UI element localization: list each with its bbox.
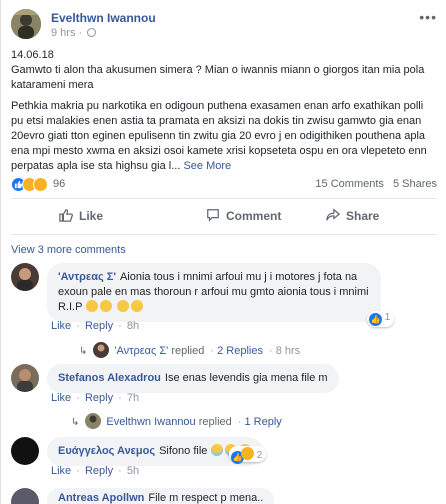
comment-text: File m respect p mena.. xyxy=(148,492,264,504)
replied-label: replied xyxy=(171,345,205,357)
avatar[interactable] xyxy=(11,488,39,504)
comment-reactions[interactable]: 👍 1 xyxy=(367,311,395,327)
comment-bubble: 'Αντρεας Σ' Aionia tous i mnimi arfoui mu… xyxy=(47,263,381,322)
share-icon xyxy=(326,208,340,221)
like-button[interactable]: Like xyxy=(59,208,103,223)
sad-emoji-icon xyxy=(117,300,130,312)
avatar[interactable] xyxy=(11,437,39,465)
comment-button[interactable]: Comment xyxy=(206,208,281,223)
commenter-name[interactable]: Stefanos Alexadrou xyxy=(58,372,161,384)
post-action-bar: Like Comment Share xyxy=(11,199,437,233)
commenter-name[interactable]: Antreas Apollwn xyxy=(58,492,144,504)
post-options-icon[interactable]: ••• xyxy=(419,9,437,25)
comment-bubble: Antreas Apollwn File m respect p mena.. xyxy=(47,488,275,504)
thumbs-up-icon xyxy=(59,209,73,222)
avatar[interactable] xyxy=(11,364,39,392)
comment-actions: Like · Reply · 7h xyxy=(51,392,140,404)
comment-bubble: Stefanos Alexadrou Ise enas levendis gia … xyxy=(47,364,339,393)
comment-reaction-count: 2 xyxy=(256,450,263,461)
share-button[interactable]: Share xyxy=(326,208,379,223)
comment-text: Sifono file xyxy=(159,445,208,457)
post-text: 14.06.18 Gamwto ti alon tha akusumen sim… xyxy=(11,48,437,174)
reply-count: 2 Replies xyxy=(217,345,263,357)
reply-arrow-icon: ↳ xyxy=(71,417,80,428)
avatar xyxy=(85,413,102,429)
shares-count-link[interactable]: 5 Shares xyxy=(393,178,437,190)
reply-arrow-icon: ↳ xyxy=(79,346,88,357)
post-meta: 9 hrs · xyxy=(51,27,97,39)
comment-time[interactable]: 7h xyxy=(127,392,139,404)
comment-like-link[interactable]: Like xyxy=(51,392,71,404)
post-paragraph-2: Pethkia makria pu narkotika en odigoun p… xyxy=(11,99,437,174)
reactions-summary: 96 15 Comments 5 Shares xyxy=(11,177,437,193)
like-reaction-icon: 👍 xyxy=(369,313,382,326)
avatar[interactable] xyxy=(11,263,39,291)
author-avatar[interactable] xyxy=(11,9,41,39)
reply-count: 1 Reply xyxy=(244,416,282,428)
comment-text: Ise enas levendis gia mena file m xyxy=(164,372,328,384)
comments-count-link[interactable]: 15 Comments xyxy=(315,178,383,190)
sad-emoji-icon xyxy=(100,300,113,312)
post-card: Evelthwn Iwannou 9 hrs · ••• 14.06.18 Ga… xyxy=(0,0,446,504)
reply-author: 'Αντρεας Σ' xyxy=(114,345,169,357)
sad-reaction-icon xyxy=(33,177,48,192)
replied-label: replied xyxy=(198,416,232,428)
comment-icon xyxy=(207,209,219,222)
globe-icon xyxy=(87,28,97,37)
comment-reaction-count: 1 xyxy=(384,312,391,323)
comment-actions: Like · Reply · 8h xyxy=(51,320,140,332)
comment-actions: Like · Reply · 5h xyxy=(51,465,140,477)
post-author-name[interactable]: Evelthwn Iwannou xyxy=(51,11,156,25)
view-more-comments-link[interactable]: View 3 more comments xyxy=(11,244,126,256)
avatar xyxy=(93,342,110,358)
replies-summary[interactable]: ↳ Evelthwn Iwannou replied · 1 Reply xyxy=(71,413,282,429)
comment-item: Ευάγγελος Ανεμος Sifono file 👍 2 Like · R… xyxy=(11,437,441,477)
commenter-name[interactable]: 'Αντρεας Σ' xyxy=(58,271,116,283)
comment-label: Comment xyxy=(226,209,282,223)
comment-item: Stefanos Alexadrou Ise enas levendis gia … xyxy=(11,364,441,434)
like-label: Like xyxy=(79,209,104,223)
comment-like-link[interactable]: Like xyxy=(51,465,71,477)
comment-reply-link[interactable]: Reply xyxy=(85,320,113,332)
comment-reply-link[interactable]: Reply xyxy=(85,392,113,404)
sad-reaction-icon xyxy=(241,447,254,460)
comment-time[interactable]: 8h xyxy=(127,320,139,332)
sad-emoji-icon xyxy=(86,300,99,312)
reply-author: Evelthwn Iwannou xyxy=(106,416,196,428)
separator-dot: · xyxy=(78,27,86,39)
engagement-counts: 15 Comments 5 Shares xyxy=(309,178,437,190)
post-paragraph-1: Gamwto ti alon tha akusumen simera ? Mia… xyxy=(11,64,425,91)
reaction-count[interactable]: 96 xyxy=(53,178,65,190)
comment-like-link[interactable]: Like xyxy=(51,320,71,332)
post-time[interactable]: 9 hrs xyxy=(51,27,75,39)
comment-item: 'Αντρεας Σ' Aionia tous i mnimi arfoui mu… xyxy=(11,263,441,358)
comment-reply-link[interactable]: Reply xyxy=(85,465,113,477)
comment-reactions[interactable]: 👍 2 xyxy=(229,446,267,464)
commenter-name[interactable]: Ευάγγελος Ανεμος xyxy=(58,445,155,457)
post-header: Evelthwn Iwannou 9 hrs · ••• xyxy=(11,9,441,39)
divider xyxy=(11,234,437,235)
crying-emoji-icon xyxy=(211,444,224,456)
post-date-line: 14.06.18 xyxy=(11,49,54,61)
sad-emoji-icon xyxy=(131,300,144,312)
reply-time: 8 hrs xyxy=(275,345,301,357)
share-label: Share xyxy=(346,209,380,223)
comment-time[interactable]: 5h xyxy=(127,465,139,477)
replies-summary[interactable]: ↳ 'Αντρεας Σ' replied · 2 Replies · 8 hrs xyxy=(79,342,300,358)
comment-item: Antreas Apollwn File m respect p mena.. xyxy=(11,488,441,504)
see-more-link[interactable]: See More xyxy=(183,160,231,172)
